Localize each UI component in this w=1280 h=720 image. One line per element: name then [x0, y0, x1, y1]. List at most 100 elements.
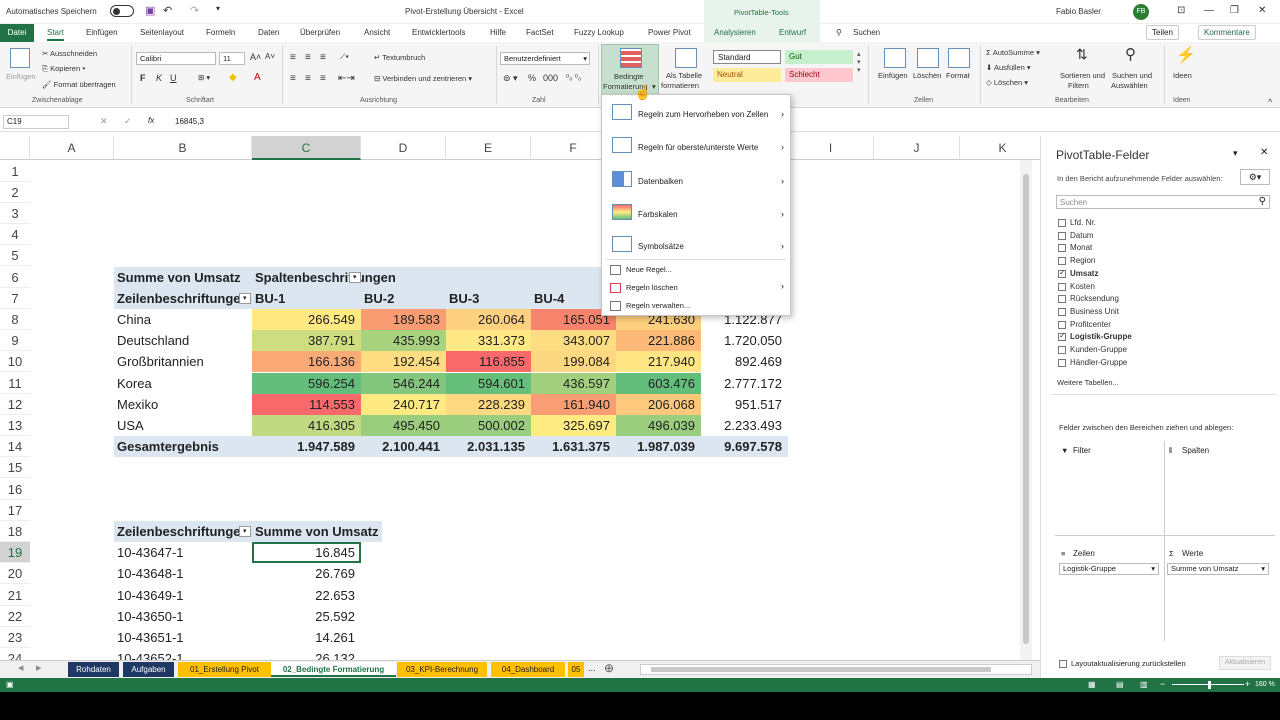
menu-item-manage-rules[interactable]: Regeln verwalten... — [602, 299, 790, 315]
spreadsheet-grid[interactable]: A B C D E F G H I J K 123456789101112131… — [0, 136, 1046, 670]
find-select-label-2[interactable]: Auswählen — [1111, 81, 1148, 90]
pivot-value-cell[interactable]: 221.886 — [616, 330, 701, 352]
menu-item-top-bottom-rules[interactable]: Regeln für oberste/unterste Werte › — [602, 136, 790, 166]
field-checkbox[interactable] — [1058, 268, 1066, 278]
pivot-value-cell[interactable]: 416.305 — [252, 414, 361, 436]
vertical-scrollbar[interactable] — [1020, 160, 1032, 660]
field-checkbox[interactable] — [1058, 295, 1066, 304]
pivot-value-cell[interactable]: 228.239 — [446, 393, 531, 415]
avatar[interactable]: FB — [1133, 4, 1149, 20]
horizontal-scroll-thumb[interactable] — [651, 667, 991, 672]
pivot-row-label[interactable]: China — [114, 309, 252, 330]
orientation-icon[interactable]: ⟋▾ — [340, 52, 349, 62]
tab-seitenlayout[interactable]: Seitenlayout — [140, 28, 184, 37]
tab-ueberpruefen[interactable]: Überprüfen — [300, 28, 340, 37]
style-schlecht[interactable]: Schlecht — [785, 68, 853, 82]
menu-item-color-scales[interactable]: Farbskalen › — [602, 203, 790, 233]
column-filter-button[interactable]: ▾ — [349, 271, 361, 283]
pivot-value-cell[interactable]: 206.068 — [616, 393, 701, 415]
font-size-combo[interactable]: 11 — [219, 52, 245, 65]
wrap-text-button[interactable]: ↵ Textumbruch — [374, 53, 425, 62]
pivot2-row-label[interactable]: 10-43651-1 — [114, 627, 252, 648]
font-name-combo[interactable]: Calibri — [136, 52, 216, 65]
pivot-value-cell[interactable]: 387.791 — [252, 330, 361, 352]
name-box[interactable]: C19 — [3, 115, 69, 129]
tab-power-pivot[interactable]: Power Pivot — [648, 28, 691, 37]
row-header[interactable]: 17 — [0, 500, 30, 521]
format-as-table-label-2[interactable]: formatieren — [661, 81, 699, 90]
sheet-tab[interactable]: 03_KPI-Berechnung — [397, 662, 487, 677]
row-filter-button[interactable]: ▾ — [239, 292, 251, 304]
pivot-value-cell[interactable]: 594.601 — [446, 372, 531, 394]
align-bottom-icon[interactable]: ≡ — [320, 52, 326, 63]
pivot-bu-header[interactable]: BU-2 — [361, 287, 446, 309]
zoom-out-icon[interactable]: − — [1160, 679, 1165, 689]
minimize-icon[interactable]: — — [1204, 5, 1214, 16]
cut-button[interactable]: ✂ Ausschneiden — [42, 49, 97, 58]
pivot-row-total[interactable]: 2.233.493 — [701, 415, 788, 436]
customize-qat-icon[interactable]: ▾ — [216, 4, 220, 13]
pivot-row-total[interactable]: 1.720.050 — [701, 330, 788, 351]
pivot-value-cell[interactable]: 161.940 — [531, 393, 616, 415]
pivot2-row-label[interactable]: 10-43649-1 — [114, 585, 252, 606]
select-all[interactable] — [0, 136, 30, 160]
pivot-grand-total-value[interactable]: 2.031.135 — [446, 436, 531, 458]
decimal-icon[interactable]: ⁰₀ ⁰₀ — [566, 73, 581, 82]
tab-einfuegen[interactable]: Einfügen — [86, 28, 118, 37]
col-header[interactable]: J — [874, 136, 960, 160]
pivot-value-cell[interactable]: 436.597 — [531, 372, 616, 394]
sheet-tab[interactable]: 05 — [568, 662, 584, 677]
share-button[interactable]: Teilen — [1146, 25, 1179, 40]
pivot-row-total[interactable]: 2.777.172 — [701, 373, 788, 394]
row-filter-button[interactable]: ▾ — [239, 525, 251, 537]
vertical-scroll-thumb[interactable] — [1023, 174, 1029, 644]
more-tables-link[interactable]: Weitere Tabellen... — [1057, 378, 1119, 387]
paste-icon[interactable] — [10, 48, 30, 68]
tab-entwurf[interactable]: Entwurf — [779, 28, 806, 37]
gear-icon[interactable]: ⚙▾ — [1240, 169, 1270, 185]
underline-button[interactable]: U — [170, 73, 177, 83]
field-checkbox[interactable] — [1058, 346, 1066, 354]
tab-hilfe[interactable]: Hilfe — [490, 28, 506, 37]
pane-close-icon[interactable]: ✕ — [1260, 147, 1268, 158]
values-area-item[interactable]: Summe von Umsatz ▾ — [1167, 563, 1269, 575]
align-top-icon[interactable]: ≡ — [290, 52, 296, 63]
field-checkbox[interactable] — [1058, 331, 1066, 342]
styles-scroll-icon[interactable]: ▴ ▾ ▾ — [857, 50, 861, 74]
zoom-in-icon[interactable]: + — [1245, 679, 1250, 689]
percent-icon[interactable]: % — [528, 73, 536, 83]
row-header[interactable]: 14 — [0, 436, 30, 458]
pivot-value-cell[interactable]: 260.064 — [446, 308, 531, 330]
pivot2-value-cell[interactable]: 22.653 — [252, 585, 361, 606]
collapse-ribbon-icon[interactable]: ˄ — [1268, 96, 1272, 105]
row-header[interactable]: 21 — [0, 585, 30, 606]
sheet-tab[interactable]: 04_Dashboard — [491, 662, 565, 677]
tab-fuzzy-lookup[interactable]: Fuzzy Lookup — [574, 28, 624, 37]
menu-item-new-rule[interactable]: Neue Regel... — [602, 263, 790, 279]
pivot-row-label[interactable]: Deutschland — [114, 330, 252, 351]
col-header[interactable]: D — [361, 136, 446, 160]
field-checkbox[interactable] — [1058, 257, 1066, 266]
find-select-icon[interactable]: ⚲ — [1125, 45, 1136, 63]
rows-area-item[interactable]: Logistik-Gruppe ▾ — [1059, 563, 1159, 575]
search-label[interactable]: Suchen — [853, 28, 880, 37]
zoom-level[interactable]: 160 % — [1255, 681, 1275, 688]
next-sheet-icon[interactable]: ▶ — [36, 664, 41, 672]
redo-icon[interactable]: ↷ — [190, 4, 199, 17]
pivot2-row-label[interactable]: 10-43647-1 — [114, 542, 252, 563]
pivot-bu-header[interactable]: BU-1 — [252, 287, 361, 309]
indent-icon[interactable]: ⇤⇥ — [338, 73, 355, 84]
format-as-table-label-1[interactable]: Als Tabelle — [666, 71, 702, 80]
currency-icon[interactable]: ⊜ ▾ — [503, 73, 518, 84]
paste-button[interactable]: Einfügen — [6, 72, 36, 81]
format-cells-button[interactable]: Format — [946, 71, 970, 80]
grow-font-icon[interactable]: A˄ — [250, 52, 261, 62]
pivot-grand-total-value[interactable]: 1.947.589 — [252, 436, 361, 458]
pivot2-value-cell[interactable]: 14.261 — [252, 627, 361, 648]
col-header[interactable]: B — [114, 136, 252, 160]
row-header[interactable]: 3 — [0, 203, 30, 224]
field-search-input[interactable]: Suchen ⚲ — [1056, 195, 1270, 209]
autosum-button[interactable]: Σ AutoSumme ▾ — [986, 48, 1040, 57]
pivot-value-cell[interactable]: 114.553 — [252, 393, 361, 415]
row-header[interactable]: 23 — [0, 627, 30, 648]
